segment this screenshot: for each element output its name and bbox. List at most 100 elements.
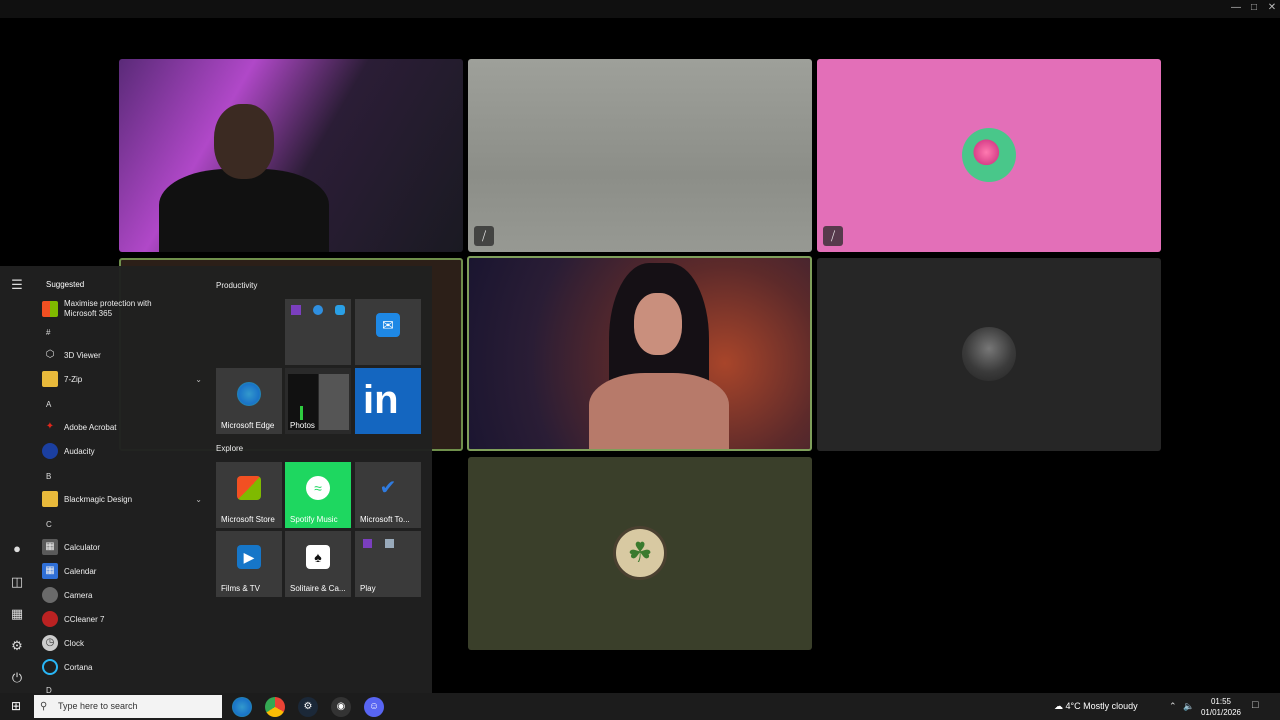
suggested-header: Suggested (46, 280, 85, 289)
app-label: Cortana (64, 662, 93, 672)
store-icon (237, 476, 261, 500)
start-menu-rail: ☰ ● ◫ ▦ ⚙ ⏻ (0, 266, 34, 693)
tile-label: Microsoft To... (360, 515, 410, 524)
app-item-blackmagic-design[interactable]: Blackmagic Design ⌄ (42, 488, 208, 510)
group-letter[interactable]: C (46, 520, 52, 529)
edge-icon[interactable] (232, 697, 252, 717)
power-icon[interactable]: ⏻ (8, 669, 26, 687)
minimize-icon[interactable]: — (1226, 1, 1246, 15)
app-label: Audacity (64, 446, 95, 456)
folder-icon (42, 491, 58, 507)
group-header-explore: Explore (216, 444, 244, 453)
video-tile-participant-5-active-speaker[interactable] (467, 256, 812, 451)
tile-spotify[interactable]: ≈ Spotify Music (285, 462, 351, 528)
skype-icon (335, 305, 345, 315)
onedrive-icon (313, 305, 323, 315)
tile-mail[interactable]: ✉ (355, 299, 421, 365)
cortana-icon (42, 659, 58, 675)
search-placeholder: Type here to search (58, 701, 138, 711)
app-item-cortana[interactable]: Cortana (42, 656, 208, 678)
tile-microsoft-store[interactable]: Microsoft Store (216, 462, 282, 528)
user-avatar-icon[interactable]: ● (8, 540, 26, 558)
app-label: Clock (64, 638, 85, 648)
participant-video-head (214, 104, 274, 179)
video-tile-participant-7[interactable]: ☘ (468, 457, 812, 650)
app-label: Camera (64, 590, 93, 600)
weather-text: Mostly cloudy (1083, 701, 1138, 711)
weather-temp: 4°C (1065, 701, 1081, 711)
app-item-calculator[interactable]: ▦ Calculator (42, 536, 208, 558)
search-icon: ⚲ (40, 701, 48, 712)
chevron-down-icon[interactable]: ⌄ (195, 495, 202, 504)
calculator-icon: ▦ (42, 539, 58, 555)
app-item-7-zip[interactable]: 7-Zip ⌄ (42, 368, 208, 390)
chrome-icon[interactable] (265, 697, 285, 717)
tile-label: Films & TV (221, 584, 260, 593)
close-icon[interactable]: ✕ (1262, 1, 1280, 15)
cube-icon: ⬡ (45, 349, 55, 360)
tile-microsoft-todo[interactable]: ✔ Microsoft To... (355, 462, 421, 528)
participant-video-face (634, 293, 682, 355)
windows-start-icon[interactable]: ⊞ (0, 693, 32, 720)
mic-muted-icon: ⧸ (823, 226, 843, 246)
video-tile-participant-3[interactable]: ⧸ (817, 59, 1161, 252)
app-label: Adobe Acrobat (64, 422, 117, 432)
pictures-icon[interactable]: ▦ (8, 605, 26, 623)
tile-solitaire[interactable]: ♠ Solitaire & Ca... (285, 531, 351, 597)
avatar (962, 327, 1016, 381)
group-letter[interactable]: B (46, 472, 51, 481)
app-item-clock[interactable]: ◷ Clock (42, 632, 208, 654)
maximize-icon[interactable]: □ (1244, 1, 1264, 15)
documents-icon[interactable]: ◫ (8, 573, 26, 591)
tile-label: Spotify Music (290, 515, 338, 524)
settings-gear-icon[interactable]: ⚙ (8, 637, 26, 655)
tile-photos[interactable]: Photos (285, 368, 351, 434)
tile-play[interactable]: Play (355, 531, 421, 597)
weather-widget[interactable]: ☁ 4°C Mostly cloudy (1054, 693, 1138, 720)
onenote-icon (291, 305, 301, 315)
taskbar: ⊞ ⚲ Type here to search ⚙ ◉ ☺ ☁ 4°C Most… (0, 693, 1280, 720)
start-menu: ☰ ● ◫ ▦ ⚙ ⏻ Suggested Maximise protectio… (0, 266, 432, 693)
app-label: Calculator (64, 542, 101, 552)
tile-label: Photos (290, 421, 315, 430)
app-item-adobe-acrobat[interactable]: ✦ Adobe Acrobat (42, 416, 208, 438)
app-item-3d-viewer[interactable]: ⬡ 3D Viewer (42, 344, 208, 366)
discord-icon[interactable]: ☺ (364, 697, 384, 717)
hamburger-menu-icon[interactable]: ☰ (8, 276, 26, 294)
tile-label: Microsoft Store (221, 515, 275, 524)
group-letter[interactable]: A (46, 400, 51, 409)
shamrock-icon: ☘ (627, 537, 653, 568)
video-tile-participant-1[interactable] (119, 59, 463, 252)
tray-chevron-up-icon[interactable]: ⌃ (1169, 693, 1177, 720)
suggested-item-label: Maximise protection with Microsoft 365 (64, 299, 152, 318)
taskbar-clock[interactable]: 01:55 01/01/2026 (1196, 696, 1246, 718)
checkmark-icon: ✔ (379, 477, 397, 499)
tile-films-tv[interactable]: ▶ Films & TV (216, 531, 282, 597)
camera-icon (42, 587, 58, 603)
avatar: ☘ (613, 526, 667, 580)
app-label: Calendar (64, 566, 97, 576)
suggested-item[interactable]: Maximise protection with Microsoft 365 (42, 296, 208, 322)
group-letter[interactable]: D (46, 686, 52, 693)
steam-icon[interactable]: ⚙ (298, 697, 318, 717)
obs-icon[interactable]: ◉ (331, 697, 351, 717)
tile-area: Productivity ✉ Microsoft Edge Photos in (216, 266, 426, 693)
app-item-audacity[interactable]: Audacity (42, 440, 208, 462)
app-item-calendar[interactable]: ▦ Calendar (42, 560, 208, 582)
app-item-ccleaner[interactable]: CCleaner 7 (42, 608, 208, 630)
acrobat-icon: ✦ (45, 421, 55, 432)
chevron-down-icon[interactable]: ⌄ (195, 375, 202, 384)
group-letter[interactable]: # (46, 328, 50, 337)
microsoft-365-icon (42, 301, 58, 317)
tile-office-folder[interactable] (285, 299, 351, 365)
video-tile-participant-2[interactable]: ⧸ (468, 59, 812, 252)
search-input[interactable]: ⚲ Type here to search (34, 695, 222, 718)
tile-linkedin[interactable]: in (355, 368, 421, 434)
video-tile-participant-6[interactable] (817, 258, 1161, 451)
app-item-camera[interactable]: Camera (42, 584, 208, 606)
cards-icon: ♠ (306, 545, 330, 569)
volume-icon[interactable]: 🔈 (1183, 693, 1194, 720)
tile-microsoft-edge[interactable]: Microsoft Edge (216, 368, 282, 434)
date: 01/01/2026 (1200, 708, 1242, 717)
notification-icon[interactable]: □ (1252, 699, 1259, 711)
